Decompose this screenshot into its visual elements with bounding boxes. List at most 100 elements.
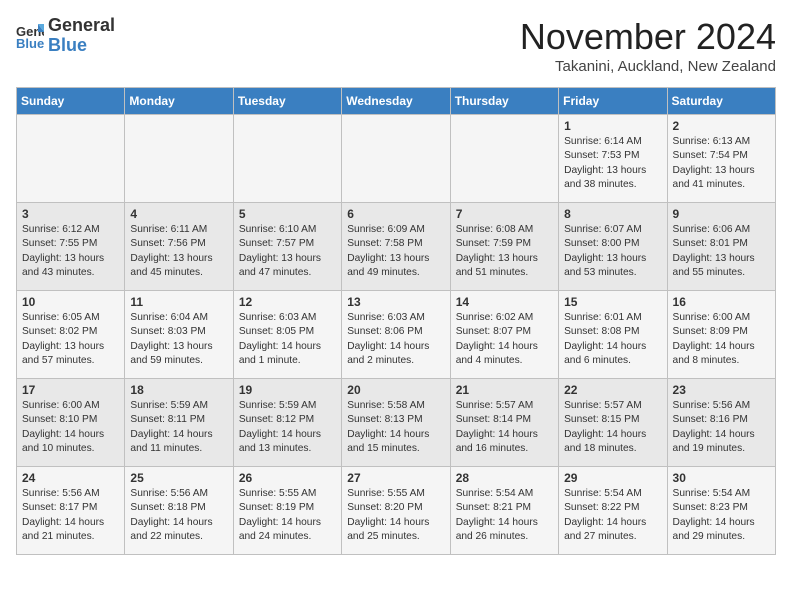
calendar-cell: 22 Sunrise: 5:57 AM Sunset: 8:15 PM Dayli… <box>559 379 667 467</box>
day-number: 30 <box>673 471 770 485</box>
day-info: Sunrise: 5:57 AM Sunset: 8:15 PM Dayligh… <box>564 399 661 456</box>
day-number: 21 <box>456 383 553 397</box>
svg-text:Blue: Blue <box>16 36 44 50</box>
day-info: Sunrise: 6:04 AM Sunset: 8:03 PM Dayligh… <box>130 311 227 368</box>
calendar-week-4: 17Sunrise: 6:00 AM Sunset: 8:10 PM Dayli… <box>17 379 776 467</box>
day-number: 19 <box>239 383 336 397</box>
generalblue-icon: General Blue <box>16 22 44 50</box>
logo: General Blue General Blue <box>16 16 115 56</box>
calendar-cell: 3Sunrise: 6:12 AM Sunset: 7:55 PM Daylig… <box>17 203 125 291</box>
calendar-week-2: 3Sunrise: 6:12 AM Sunset: 7:55 PM Daylig… <box>17 203 776 291</box>
day-number: 9 <box>673 207 770 221</box>
day-number: 8 <box>564 207 661 221</box>
calendar-cell: 30 Sunrise: 5:54 AM Sunset: 8:23 PM Dayli… <box>667 467 775 555</box>
calendar-cell <box>450 115 558 203</box>
calendar-cell: 9 Sunrise: 6:06 AM Sunset: 8:01 PM Daylig… <box>667 203 775 291</box>
header-sunday: Sunday <box>17 88 125 115</box>
calendar-cell: 14 Sunrise: 6:02 AM Sunset: 8:07 PM Dayli… <box>450 291 558 379</box>
calendar-cell: 28 Sunrise: 5:54 AM Sunset: 8:21 PM Dayli… <box>450 467 558 555</box>
calendar-cell: 25 Sunrise: 5:56 AM Sunset: 8:18 PM Dayli… <box>125 467 233 555</box>
calendar-cell: 19 Sunrise: 5:59 AM Sunset: 8:12 PM Dayli… <box>233 379 341 467</box>
day-info: Sunrise: 6:00 AM Sunset: 8:10 PM Dayligh… <box>22 399 119 456</box>
calendar-cell: 24 Sunrise: 5:56 AM Sunset: 8:17 PM Dayli… <box>17 467 125 555</box>
day-info: Sunrise: 6:05 AM Sunset: 8:02 PM Dayligh… <box>22 311 119 368</box>
calendar-cell: 26Sunrise: 5:55 AM Sunset: 8:19 PM Dayli… <box>233 467 341 555</box>
day-number: 7 <box>456 207 553 221</box>
day-number: 1 <box>564 119 661 133</box>
day-info: Sunrise: 6:06 AM Sunset: 8:01 PM Dayligh… <box>673 223 770 280</box>
header: General Blue General Blue November 2024 … <box>16 16 776 75</box>
location-subtitle: Takanini, Auckland, New Zealand <box>520 58 776 75</box>
calendar-header-row: SundayMondayTuesdayWednesdayThursdayFrid… <box>17 88 776 115</box>
logo-blue: Blue <box>48 36 115 56</box>
calendar-cell: 12 Sunrise: 6:03 AM Sunset: 8:05 PM Dayli… <box>233 291 341 379</box>
calendar-cell: 27 Sunrise: 5:55 AM Sunset: 8:20 PM Dayli… <box>342 467 450 555</box>
calendar-week-5: 24 Sunrise: 5:56 AM Sunset: 8:17 PM Dayli… <box>17 467 776 555</box>
header-thursday: Thursday <box>450 88 558 115</box>
day-number: 6 <box>347 207 444 221</box>
day-info: Sunrise: 6:08 AM Sunset: 7:59 PM Dayligh… <box>456 223 553 280</box>
calendar-cell <box>125 115 233 203</box>
month-title: November 2024 <box>520 16 776 58</box>
day-info: Sunrise: 6:01 AM Sunset: 8:08 PM Dayligh… <box>564 311 661 368</box>
header-saturday: Saturday <box>667 88 775 115</box>
day-number: 10 <box>22 295 119 309</box>
day-info: Sunrise: 5:56 AM Sunset: 8:16 PM Dayligh… <box>673 399 770 456</box>
day-number: 14 <box>456 295 553 309</box>
calendar-cell: 7 Sunrise: 6:08 AM Sunset: 7:59 PM Daylig… <box>450 203 558 291</box>
day-number: 27 <box>347 471 444 485</box>
day-info: Sunrise: 6:13 AM Sunset: 7:54 PM Dayligh… <box>673 135 770 192</box>
header-friday: Friday <box>559 88 667 115</box>
day-info: Sunrise: 5:56 AM Sunset: 8:18 PM Dayligh… <box>130 487 227 544</box>
day-info: Sunrise: 5:56 AM Sunset: 8:17 PM Dayligh… <box>22 487 119 544</box>
day-info: Sunrise: 6:11 AM Sunset: 7:56 PM Dayligh… <box>130 223 227 280</box>
day-number: 25 <box>130 471 227 485</box>
day-info: Sunrise: 5:54 AM Sunset: 8:23 PM Dayligh… <box>673 487 770 544</box>
day-info: Sunrise: 6:03 AM Sunset: 8:05 PM Dayligh… <box>239 311 336 368</box>
calendar-cell: 4 Sunrise: 6:11 AM Sunset: 7:56 PM Daylig… <box>125 203 233 291</box>
calendar-week-3: 10 Sunrise: 6:05 AM Sunset: 8:02 PM Dayli… <box>17 291 776 379</box>
day-number: 20 <box>347 383 444 397</box>
day-number: 12 <box>239 295 336 309</box>
calendar-week-1: 1 Sunrise: 6:14 AM Sunset: 7:53 PM Daylig… <box>17 115 776 203</box>
day-number: 2 <box>673 119 770 133</box>
day-info: Sunrise: 5:59 AM Sunset: 8:12 PM Dayligh… <box>239 399 336 456</box>
calendar-cell: 15 Sunrise: 6:01 AM Sunset: 8:08 PM Dayli… <box>559 291 667 379</box>
calendar-cell: 6Sunrise: 6:09 AM Sunset: 7:58 PM Daylig… <box>342 203 450 291</box>
header-wednesday: Wednesday <box>342 88 450 115</box>
day-number: 4 <box>130 207 227 221</box>
day-info: Sunrise: 5:54 AM Sunset: 8:22 PM Dayligh… <box>564 487 661 544</box>
header-monday: Monday <box>125 88 233 115</box>
calendar-cell: 18 Sunrise: 5:59 AM Sunset: 8:11 PM Dayli… <box>125 379 233 467</box>
calendar-cell: 1 Sunrise: 6:14 AM Sunset: 7:53 PM Daylig… <box>559 115 667 203</box>
day-info: Sunrise: 6:12 AM Sunset: 7:55 PM Dayligh… <box>22 223 119 280</box>
day-number: 24 <box>22 471 119 485</box>
calendar-cell: 10 Sunrise: 6:05 AM Sunset: 8:02 PM Dayli… <box>17 291 125 379</box>
calendar-table: SundayMondayTuesdayWednesdayThursdayFrid… <box>16 87 776 555</box>
day-info: Sunrise: 5:54 AM Sunset: 8:21 PM Dayligh… <box>456 487 553 544</box>
calendar-cell: 16Sunrise: 6:00 AM Sunset: 8:09 PM Dayli… <box>667 291 775 379</box>
day-number: 23 <box>673 383 770 397</box>
calendar-cell: 20Sunrise: 5:58 AM Sunset: 8:13 PM Dayli… <box>342 379 450 467</box>
day-number: 28 <box>456 471 553 485</box>
day-info: Sunrise: 5:55 AM Sunset: 8:20 PM Dayligh… <box>347 487 444 544</box>
calendar-cell: 13 Sunrise: 6:03 AM Sunset: 8:06 PM Dayli… <box>342 291 450 379</box>
day-info: Sunrise: 5:59 AM Sunset: 8:11 PM Dayligh… <box>130 399 227 456</box>
day-info: Sunrise: 6:14 AM Sunset: 7:53 PM Dayligh… <box>564 135 661 192</box>
day-info: Sunrise: 6:03 AM Sunset: 8:06 PM Dayligh… <box>347 311 444 368</box>
day-info: Sunrise: 5:55 AM Sunset: 8:19 PM Dayligh… <box>239 487 336 544</box>
day-number: 11 <box>130 295 227 309</box>
calendar-cell: 23 Sunrise: 5:56 AM Sunset: 8:16 PM Dayli… <box>667 379 775 467</box>
day-number: 22 <box>564 383 661 397</box>
day-info: Sunrise: 6:00 AM Sunset: 8:09 PM Dayligh… <box>673 311 770 368</box>
day-number: 13 <box>347 295 444 309</box>
day-number: 15 <box>564 295 661 309</box>
calendar-cell: 17Sunrise: 6:00 AM Sunset: 8:10 PM Dayli… <box>17 379 125 467</box>
calendar-cell: 5Sunrise: 6:10 AM Sunset: 7:57 PM Daylig… <box>233 203 341 291</box>
day-number: 18 <box>130 383 227 397</box>
calendar-cell <box>17 115 125 203</box>
day-info: Sunrise: 6:02 AM Sunset: 8:07 PM Dayligh… <box>456 311 553 368</box>
day-info: Sunrise: 6:07 AM Sunset: 8:00 PM Dayligh… <box>564 223 661 280</box>
day-info: Sunrise: 5:57 AM Sunset: 8:14 PM Dayligh… <box>456 399 553 456</box>
calendar-cell: 11 Sunrise: 6:04 AM Sunset: 8:03 PM Dayli… <box>125 291 233 379</box>
